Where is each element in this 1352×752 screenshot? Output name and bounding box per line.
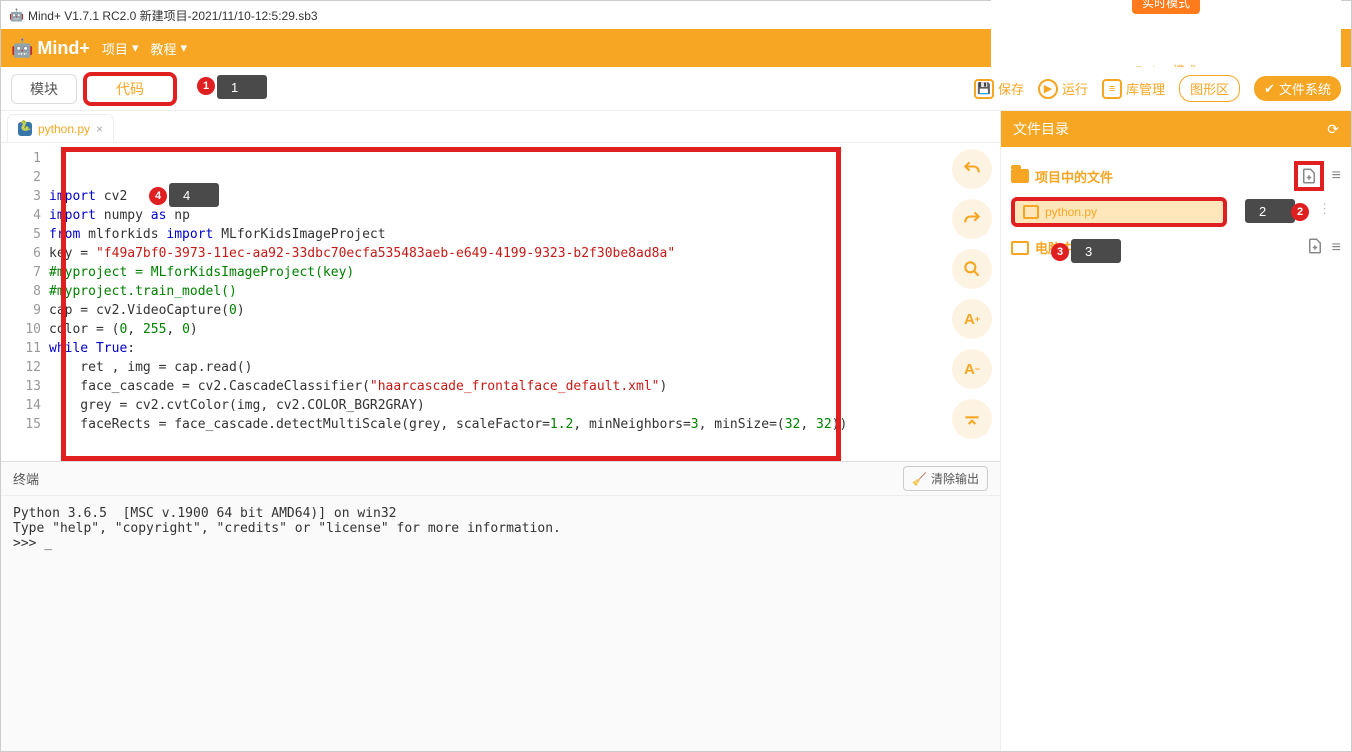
graphic-area-button[interactable]: 图形区 xyxy=(1179,75,1240,102)
menubar: 🤖Mind+ 项目 ▾ 教程 ▾ ⓘ 意见反馈 实时模式 上传模式 Python… xyxy=(1,29,1351,67)
tab-module[interactable]: 模块 xyxy=(11,74,77,104)
terminal-output[interactable]: Python 3.6.5 [MSC v.1900 64 bit AMD64)] … xyxy=(1,496,1000,751)
monitor-icon xyxy=(1011,241,1029,255)
python-icon xyxy=(18,122,32,136)
clear-output-button[interactable]: 🧹 清除输出 xyxy=(903,466,988,491)
mode-realtime[interactable]: 实时模式 xyxy=(1132,0,1200,14)
file-item-menu[interactable]: ⋮ xyxy=(1318,201,1333,217)
font-increase-button[interactable]: A+ xyxy=(952,299,992,339)
callout-2-badge: 2 xyxy=(1291,203,1309,221)
file-tab-python[interactable]: python.py × xyxy=(7,114,114,142)
library-button[interactable]: ≡ 库管理 xyxy=(1102,79,1165,99)
save-button[interactable]: 💾 保存 xyxy=(974,79,1024,99)
chevron-down-icon: ▾ xyxy=(180,40,187,56)
collapse-button[interactable] xyxy=(952,399,992,439)
callout-4-badge: 4 xyxy=(149,187,167,205)
callout-4-label: 4 xyxy=(169,183,219,207)
filesystem-button[interactable]: ✔ 文件系统 xyxy=(1254,76,1341,101)
terminal-title: 终端 xyxy=(13,469,39,488)
folder-icon xyxy=(1011,169,1029,183)
new-file-button[interactable] xyxy=(1294,161,1324,191)
file-item-label: python.py xyxy=(1045,205,1097,219)
callout-3-badge: 3 xyxy=(1051,243,1069,261)
redo-button[interactable] xyxy=(952,199,992,239)
save-icon: 💾 xyxy=(974,79,994,99)
chevron-down-icon: ▾ xyxy=(132,40,139,56)
callout-2-label: 2 xyxy=(1245,199,1295,223)
app-logo: 🤖Mind+ xyxy=(11,38,90,59)
code-editor[interactable]: 123456789101112131415 import cv2 import … xyxy=(1,143,944,461)
callout-1-badge: 1 xyxy=(197,77,215,95)
font-decrease-button[interactable]: A− xyxy=(952,349,992,389)
tab-code[interactable]: 代码 xyxy=(85,74,175,104)
editor-tabs: python.py × xyxy=(1,111,1000,143)
list-icon[interactable]: ≡ xyxy=(1332,167,1341,185)
menu-tutorial[interactable]: 教程 ▾ xyxy=(150,39,187,58)
editor-side-buttons: A+ A− xyxy=(944,143,1000,461)
toolbar: 模块 代码 1 1 💾 保存 ▶ 运行 ≡ 库管理 图形区 ✔ 文件系统 xyxy=(1,67,1351,111)
callout-1-label: 1 xyxy=(217,75,267,99)
terminal-header: 终端 🧹 清除输出 xyxy=(1,462,1000,496)
new-file-icon[interactable] xyxy=(1306,237,1324,258)
list-icon[interactable]: ≡ xyxy=(1332,239,1341,257)
file-row-tail: 2 xyxy=(1245,199,1295,223)
play-icon: ▶ xyxy=(1038,79,1058,99)
menu-project[interactable]: 项目 ▾ xyxy=(102,39,139,58)
section-project-files[interactable]: 项目中的文件 ≡ xyxy=(1007,155,1345,197)
search-button[interactable] xyxy=(952,249,992,289)
refresh-icon[interactable]: ⟳ xyxy=(1327,121,1339,138)
callout-3-label: 3 xyxy=(1071,239,1121,263)
line-gutter: 123456789101112131415 xyxy=(1,143,49,461)
file-item-python[interactable]: python.py xyxy=(1013,199,1225,225)
file-tab-label: python.py xyxy=(38,122,90,136)
eraser-icon: 🧹 xyxy=(912,472,927,486)
sidebar-title: 文件目录 xyxy=(1013,119,1069,139)
mode-upload[interactable]: 上传模式 xyxy=(1131,24,1201,49)
file-icon xyxy=(1023,205,1039,219)
check-icon: ✔ xyxy=(1264,81,1275,97)
undo-button[interactable] xyxy=(952,149,992,189)
library-icon: ≡ xyxy=(1102,79,1122,99)
sidebar-header: 文件目录 ⟳ xyxy=(1001,111,1351,147)
window-title: Mind+ V1.7.1 RC2.0 新建项目-2021/11/10-12:5:… xyxy=(28,7,318,24)
close-tab-icon[interactable]: × xyxy=(96,122,103,136)
run-button[interactable]: ▶ 运行 xyxy=(1038,79,1088,99)
